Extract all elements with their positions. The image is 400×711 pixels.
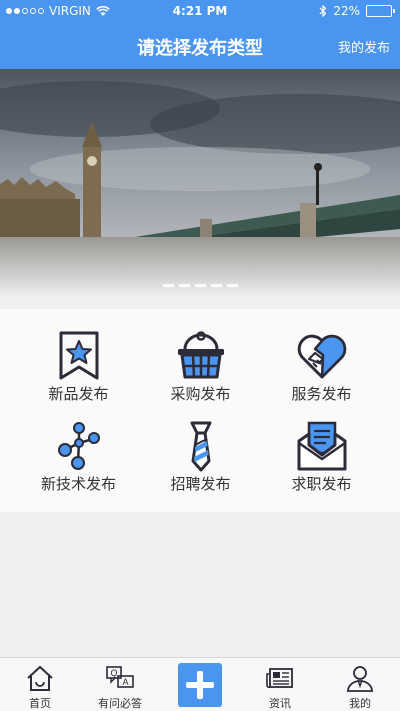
category-label: 求职发布 xyxy=(291,475,352,493)
category-job-seeking[interactable]: 求职发布 xyxy=(255,399,388,494)
carousel-dot[interactable] xyxy=(162,284,174,287)
envelope-letter-icon xyxy=(297,421,346,471)
category-service[interactable]: 服务发布 xyxy=(255,309,388,404)
my-posts-link[interactable]: 我的发布 xyxy=(338,37,390,56)
tab-label: 资讯 xyxy=(269,697,291,710)
app-header: VIRGIN 4:21 PM 22% 请选择发布类型 我的发布 xyxy=(0,0,400,69)
tab-label: 首页 xyxy=(29,697,51,710)
battery-icon xyxy=(366,5,395,17)
carousel-dot[interactable] xyxy=(210,284,222,287)
carousel-dot[interactable] xyxy=(178,284,190,287)
carousel-indicators xyxy=(0,284,400,287)
home-icon xyxy=(27,665,53,691)
status-bar: VIRGIN 4:21 PM 22% xyxy=(0,0,400,22)
svg-text:Q: Q xyxy=(110,668,117,678)
handshake-heart-icon xyxy=(297,334,346,379)
banner-image xyxy=(0,69,400,295)
bottom-tab-bar: 首页 Q A 有问必答 资讯 我的 xyxy=(0,657,400,711)
tab-label: 有问必答 xyxy=(98,697,142,710)
category-new-tech[interactable]: 新技术发布 xyxy=(12,399,145,494)
publish-add-button[interactable] xyxy=(178,663,222,707)
necktie-icon xyxy=(190,421,211,472)
carousel-dot[interactable] xyxy=(194,284,206,287)
category-grid: 新品发布 采购发布 服务发布 新技术发布 招聘发布 求职发布 xyxy=(0,309,400,512)
category-purchase[interactable]: 采购发布 xyxy=(134,309,267,404)
tab-label: 我的 xyxy=(349,697,371,710)
category-recruitment[interactable]: 招聘发布 xyxy=(134,399,267,494)
user-icon xyxy=(347,666,373,692)
banner-carousel[interactable] xyxy=(0,69,400,295)
category-label: 招聘发布 xyxy=(170,475,231,493)
svg-text:A: A xyxy=(122,677,128,687)
carousel-dot[interactable] xyxy=(226,284,238,287)
new-product-ribbon-icon xyxy=(59,331,98,380)
bluetooth-icon xyxy=(319,5,327,17)
molecule-icon xyxy=(57,422,100,470)
category-label: 新技术发布 xyxy=(40,475,116,493)
tab-mine[interactable]: 我的 xyxy=(320,658,400,711)
shopping-basket-icon xyxy=(177,331,224,379)
battery-percent: 22% xyxy=(333,4,360,18)
category-new-product[interactable]: 新品发布 xyxy=(12,309,145,404)
qa-chat-icon: Q A xyxy=(106,666,134,688)
newspaper-icon xyxy=(266,668,293,689)
tab-news[interactable]: 资讯 xyxy=(240,658,320,711)
tab-qa[interactable]: Q A 有问必答 xyxy=(80,658,160,711)
tab-home[interactable]: 首页 xyxy=(0,658,80,711)
